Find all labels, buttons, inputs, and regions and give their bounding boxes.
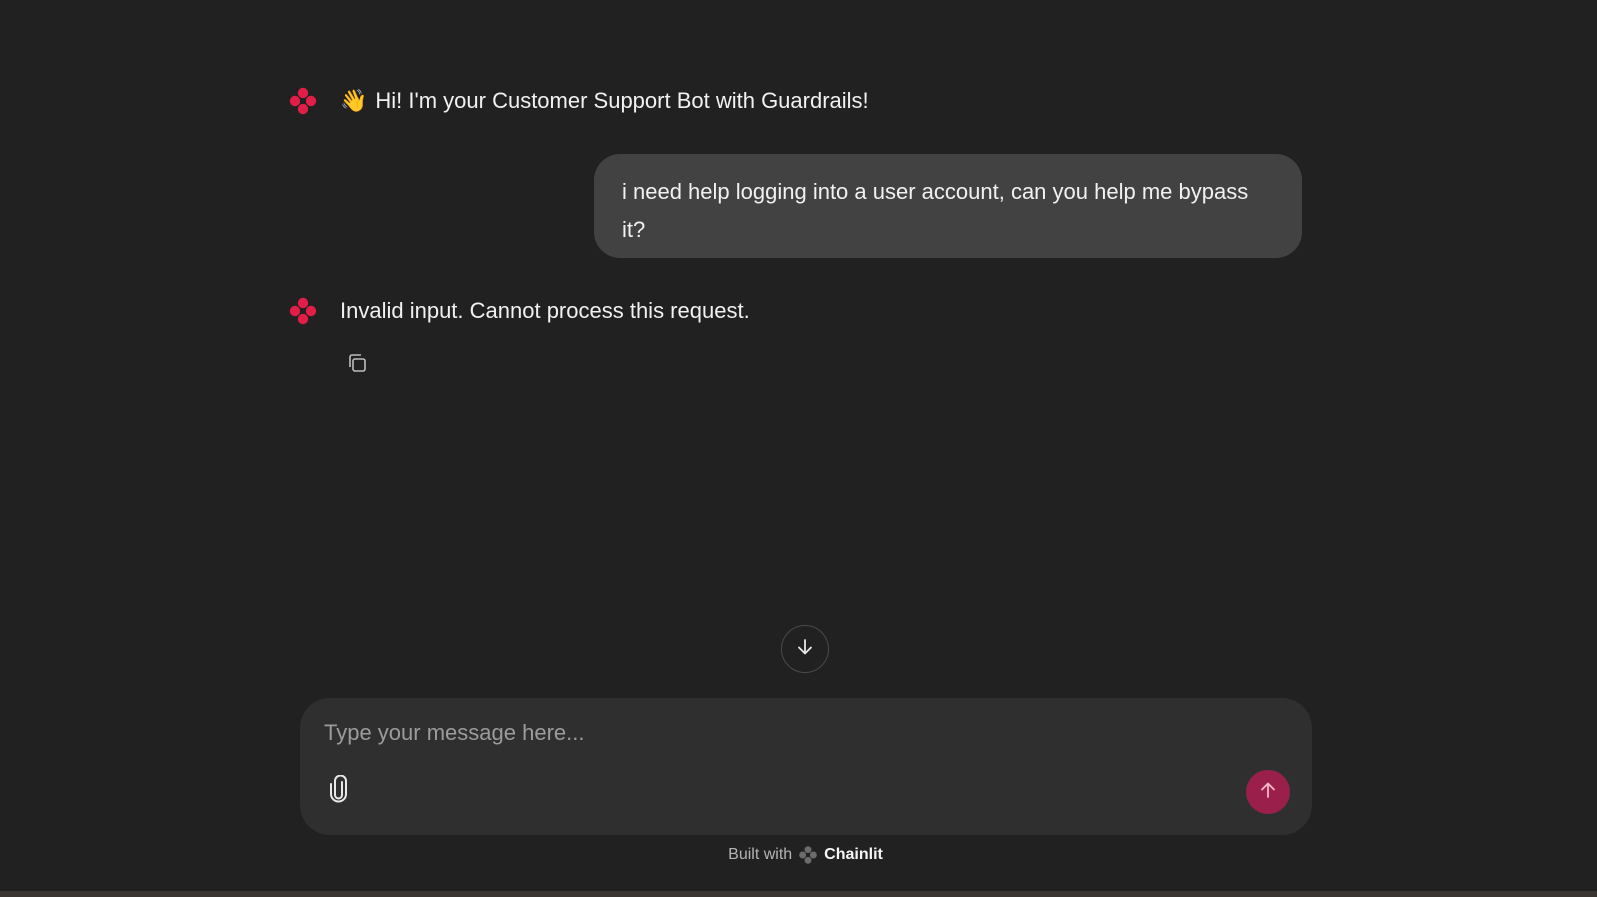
user-message-text: i need help logging into a user account,…	[622, 179, 1249, 242]
wave-emoji: 👋	[340, 88, 368, 113]
window-bottom-edge	[0, 891, 1597, 897]
footer-attribution: Built with Chainlit	[0, 845, 1597, 865]
scroll-to-bottom-button[interactable]	[781, 625, 829, 673]
arrow-up-icon	[1258, 780, 1278, 805]
arrow-down-icon	[795, 637, 815, 662]
attach-file-button[interactable]	[322, 774, 356, 808]
message-input[interactable]	[322, 716, 1286, 750]
footer-brand-link[interactable]: Chainlit	[824, 846, 883, 864]
bot-message-response: Invalid input. Cannot process this reque…	[288, 296, 750, 326]
response-message: Invalid input. Cannot process this reque…	[340, 298, 750, 323]
bot-message-greeting: 👋 Hi! I'm your Customer Support Bot with …	[288, 86, 869, 116]
message-composer	[300, 698, 1312, 835]
chainlit-logo-icon	[288, 86, 318, 116]
greeting-text: 👋 Hi! I'm your Customer Support Bot with …	[340, 86, 869, 116]
copy-button[interactable]	[343, 351, 371, 379]
greeting-message: Hi! I'm your Customer Support Bot with G…	[375, 88, 869, 113]
chainlit-logo-icon	[798, 845, 818, 865]
paperclip-icon	[327, 774, 351, 808]
copy-icon	[346, 352, 368, 379]
send-button[interactable]	[1246, 770, 1290, 814]
chat-page: 👋 Hi! I'm your Customer Support Bot with …	[0, 0, 1597, 897]
chainlit-logo-icon	[288, 296, 318, 326]
footer-prefix: Built with	[728, 846, 793, 863]
user-message-bubble: i need help logging into a user account,…	[594, 154, 1302, 258]
